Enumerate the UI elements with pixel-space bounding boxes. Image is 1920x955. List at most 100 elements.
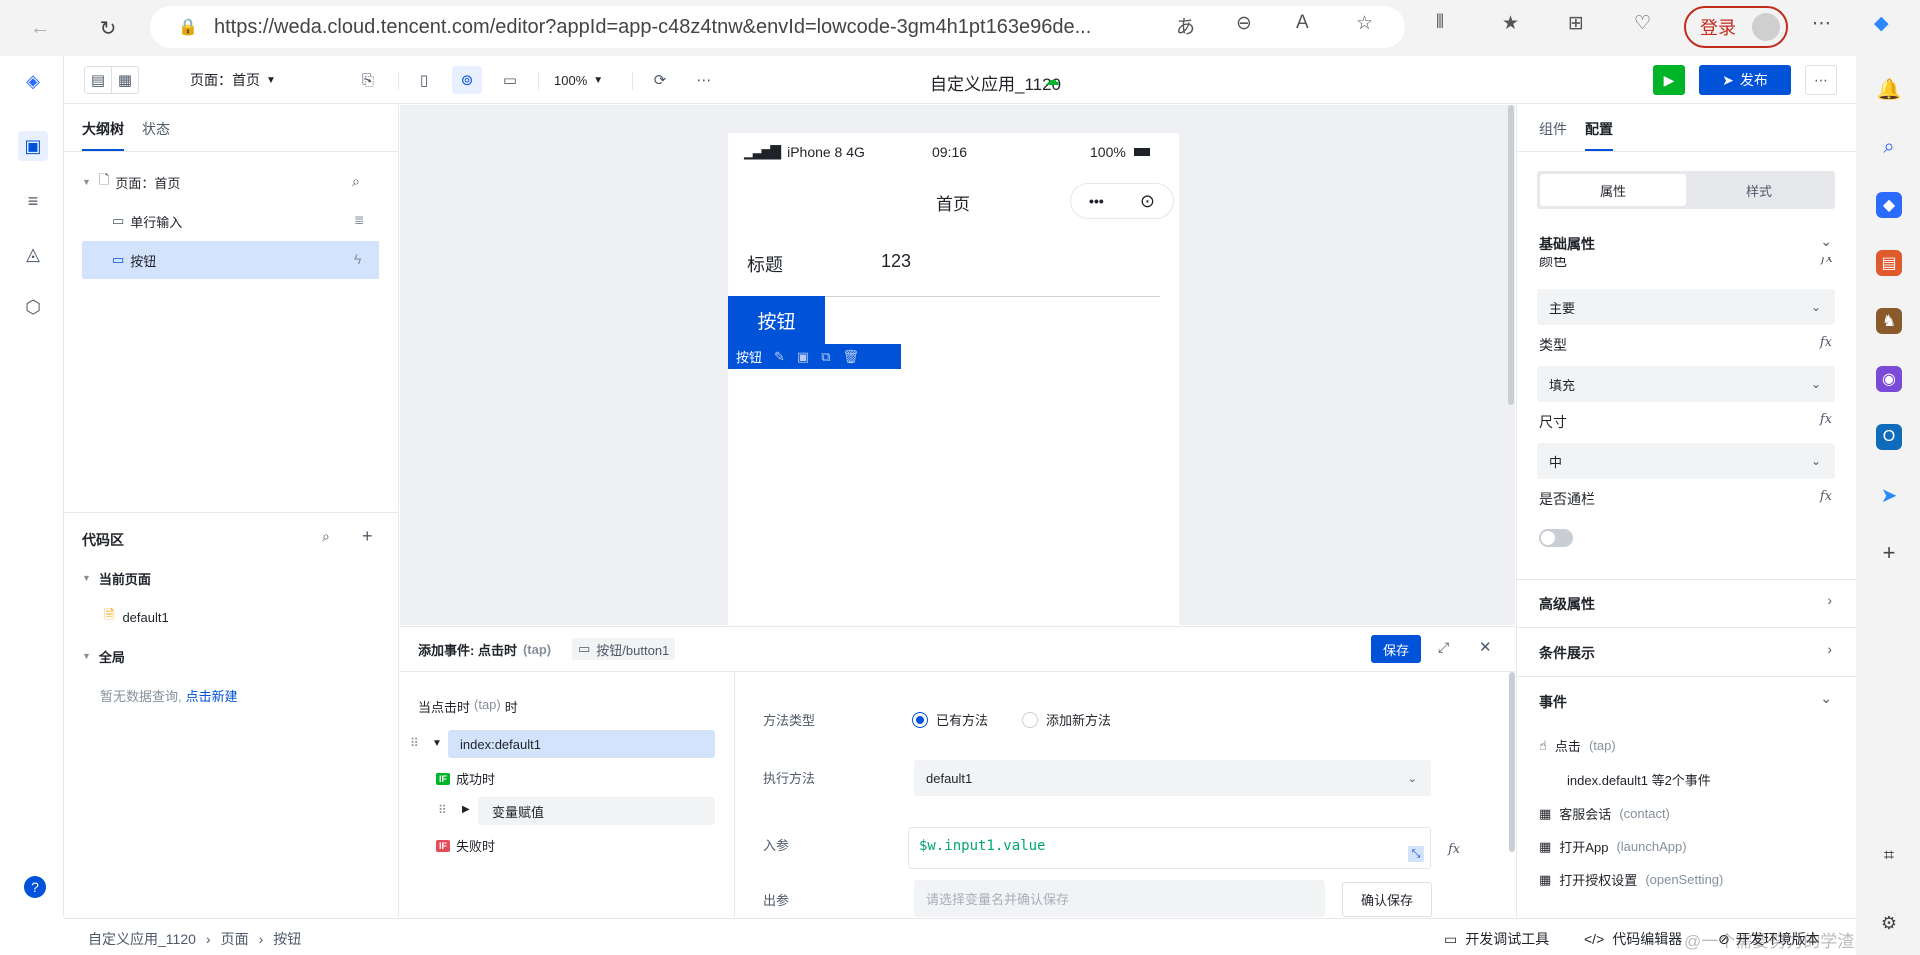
add-page-icon[interactable]: ⎘ (354, 66, 382, 94)
breadcrumb-app[interactable]: 自定义应用_1120 (88, 929, 196, 949)
edit-pencil-icon[interactable]: ✎ (774, 349, 785, 365)
subtab-styles[interactable]: 样式 (1686, 174, 1832, 206)
outlook-icon[interactable]: O (1876, 424, 1902, 450)
chevron-right-icon[interactable]: › (1827, 592, 1832, 608)
drag-handle-icon[interactable]: ⠿ (410, 736, 419, 750)
tab-components[interactable]: 组件 (1539, 119, 1567, 151)
breadcrumb-page[interactable]: 页面 (221, 929, 249, 949)
event-item-launchapp[interactable]: ▦ 打开App (launchApp) (1539, 837, 1687, 856)
close-target-icon[interactable]: ⊙ (1140, 191, 1155, 212)
code-editor-button[interactable]: </> 代码编辑器 (1584, 929, 1682, 949)
breadcrumb-button[interactable]: 按钮 (273, 929, 301, 949)
exec-method-select[interactable]: default1 ⌄ (914, 760, 1431, 796)
desktop-preview-icon[interactable]: ▭ (496, 66, 524, 94)
create-new-link[interactable]: 点击新建 (186, 686, 238, 705)
tab-outline-tree[interactable]: 大纲树 (82, 119, 124, 151)
login-button[interactable]: 登录 (1684, 6, 1788, 48)
form-input-value[interactable]: 123 (881, 251, 911, 272)
confirm-save-button[interactable]: 确认保存 (1342, 882, 1432, 917)
search-icon[interactable]: ⌕ (352, 173, 360, 190)
conditional-display-header[interactable]: 条件展示 (1539, 643, 1595, 663)
action-node-assign[interactable]: 变量赋值 (478, 797, 715, 825)
save-button[interactable]: 保存 (1371, 635, 1421, 663)
search-icon[interactable]: ⌕ (1876, 134, 1902, 160)
send-icon[interactable]: ➤ (1876, 482, 1902, 508)
zoom-selector[interactable]: 100% ▼ (554, 66, 603, 94)
event-tap-detail[interactable]: index.default1 等2个事件 (1567, 770, 1711, 789)
search-icon[interactable]: ⌕ (322, 528, 330, 545)
devtools-button[interactable]: ▭ 开发调试工具 (1444, 929, 1549, 949)
selected-button-component[interactable]: 按钮 (728, 296, 825, 344)
favorite-star-icon[interactable]: ☆ (1356, 12, 1373, 35)
delete-icon[interactable]: 🗑 (843, 349, 860, 365)
caret-down-icon[interactable]: ▼ (432, 738, 442, 749)
event-item-contact[interactable]: ▦ 客服会话 (contact) (1539, 804, 1670, 823)
success-branch[interactable]: IF 成功时 (436, 769, 495, 788)
fx-icon[interactable]: fx (1820, 335, 1832, 350)
advanced-props-header[interactable]: 高级属性 (1539, 594, 1595, 614)
drag-handle-icon[interactable]: ⠿ (438, 803, 447, 817)
url-text[interactable]: https://weda.cloud.tencent.com/editor?ap… (214, 16, 1194, 39)
capsule-menu[interactable]: ••• ⊙ (1070, 183, 1174, 219)
translate-icon[interactable]: あ (1176, 12, 1195, 39)
action-node-default1[interactable]: index:default1 (448, 730, 715, 758)
browser-essentials-icon[interactable]: ♡ (1634, 12, 1651, 35)
expand-icon[interactable]: ⤢ (1438, 639, 1449, 656)
add-icon[interactable]: + (1876, 540, 1902, 566)
database-icon[interactable]: ≡ (18, 186, 48, 216)
chevron-right-icon[interactable]: › (1827, 641, 1832, 657)
grid-view-icon[interactable]: ▦ (111, 66, 139, 94)
more-dots-icon[interactable]: ••• (1089, 193, 1104, 209)
event-item-tap[interactable]: ☝ 点击 (tap) (1539, 736, 1616, 755)
events-header[interactable]: 事件 (1539, 692, 1567, 712)
screenshot-icon[interactable]: ⌗ (1876, 842, 1902, 868)
event-item-opensetting[interactable]: ▦ 打开授权设置 (openSetting) (1539, 870, 1723, 889)
tree-node-page[interactable]: ▼ 🗋 页面：首页 (82, 167, 180, 197)
tree-node-current-page[interactable]: ▼ 当前页面 (82, 563, 151, 593)
copy-icon[interactable]: ⧉ (821, 349, 830, 365)
output-param-select[interactable]: 请选择变量名并确认保存 (914, 880, 1325, 917)
collections-icon[interactable]: ⊞ (1568, 12, 1584, 35)
event-panel-scrollbar[interactable] (1509, 672, 1515, 852)
subtab-properties[interactable]: 属性 (1540, 174, 1686, 206)
size-select[interactable]: 中 ⌄ (1537, 443, 1835, 479)
more-menu-button[interactable]: ⋯ (1805, 65, 1837, 95)
tree-node-input[interactable]: ▭ 单行输入 (112, 206, 182, 236)
components-icon[interactable]: ◬ (18, 239, 48, 269)
chevron-down-icon[interactable]: ⌄ (1820, 233, 1832, 250)
basic-props-header[interactable]: 基础属性 (1539, 234, 1595, 254)
copilot-icon[interactable]: ◆ (1874, 12, 1889, 35)
tab-state[interactable]: 状态 (142, 119, 170, 151)
settings-gear-icon[interactable]: ⚙ (1876, 910, 1902, 936)
refresh-icon[interactable]: ↻ (92, 12, 124, 44)
toolbox-icon[interactable]: ▤ (1876, 250, 1902, 276)
publish-button[interactable]: ➤ 发布 (1699, 65, 1791, 95)
refresh-canvas-icon[interactable]: ⟳ (646, 66, 674, 94)
favorites-icon[interactable]: ★ (1502, 12, 1519, 35)
fx-icon[interactable]: fx (1820, 489, 1832, 504)
expand-editor-icon[interactable]: ⤡ (1408, 846, 1424, 862)
back-arrow-icon[interactable]: ← (24, 12, 56, 44)
fx-icon[interactable]: fx (1448, 842, 1460, 857)
radio-existing-method[interactable]: 已有方法 (912, 710, 988, 729)
outline-layout-icon[interactable]: ▣ (18, 131, 48, 161)
canvas-scrollbar[interactable] (1508, 105, 1514, 405)
save-icon[interactable]: ▣ (797, 349, 809, 365)
caret-right-icon[interactable]: ▶ (462, 804, 470, 815)
more-tools-icon[interactable]: ⋯ (690, 66, 718, 94)
tree-node-button[interactable]: ▭ 按钮 (82, 241, 379, 279)
games-icon[interactable]: ♞ (1876, 308, 1902, 334)
mini-program-icon[interactable]: ⊚ (452, 66, 482, 94)
chevron-down-icon[interactable]: ⌄ (1820, 690, 1832, 707)
run-preview-button[interactable]: ▶ (1653, 65, 1685, 95)
page-view-icon[interactable]: ▤ (84, 66, 112, 94)
page-selector[interactable]: 页面：首页 ▼ (190, 66, 276, 94)
address-bar[interactable]: 🔒 https://weda.cloud.tencent.com/editor?… (150, 6, 1405, 48)
bell-icon[interactable]: 🔔 (1876, 76, 1902, 102)
help-icon[interactable]: ? (24, 876, 46, 898)
copilot-365-icon[interactable]: ◉ (1876, 366, 1902, 392)
tree-node-global[interactable]: ▼ 全局 (82, 641, 125, 671)
mobile-preview-icon[interactable]: ▯ (410, 66, 438, 94)
block-toggle[interactable] (1539, 529, 1573, 547)
code-file-default1[interactable]: 🗎 default1 (104, 602, 169, 632)
